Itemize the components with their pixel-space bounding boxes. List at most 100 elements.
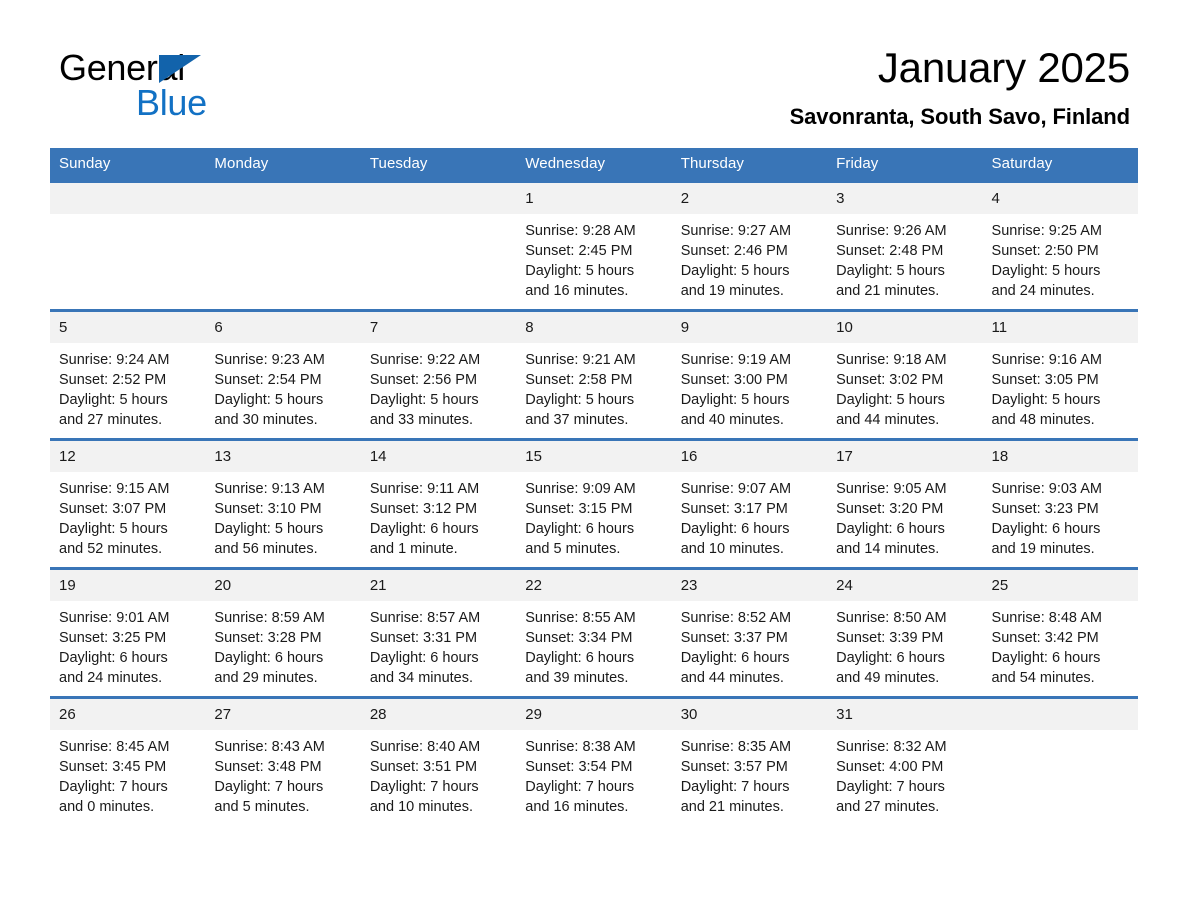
day-sunset: Sunset: 3:42 PM [991, 630, 1099, 646]
day-cell[interactable]: 15 Sunrise: 9:09 AM Sunset: 3:15 PM Dayligh… [516, 441, 672, 567]
weekday-header-thursday: Thursday [671, 148, 828, 182]
day-details: Sunrise: 8:40 AM Sunset: 3:51 PM Daylight:… [361, 730, 516, 817]
day-number: 19 [50, 570, 206, 601]
day-cell[interactable]: 19 Sunrise: 9:01 AM Sunset: 3:25 PM Dayligh… [50, 570, 206, 696]
calendar-page: General Blue January 2025 Savonranta, So… [0, 0, 1188, 918]
day-number: 28 [360, 699, 517, 730]
calendar-week-row: 26 Sunrise: 8:45 AM Sunset: 3:45 PM Dayligh… [50, 696, 1138, 825]
day-cell[interactable]: 26 Sunrise: 8:45 AM Sunset: 3:45 PM Dayligh… [50, 699, 206, 825]
day-cell[interactable]: 2 Sunrise: 9:27 AM Sunset: 2:46 PM Daylight… [671, 183, 828, 309]
day-daylight-line1: Daylight: 7 hours [214, 779, 324, 795]
calendar-week-row: 19 Sunrise: 9:01 AM Sunset: 3:25 PM Dayligh… [50, 567, 1138, 698]
day-sunrise: Sunrise: 9:27 AM [680, 223, 792, 239]
day-details: Sunrise: 8:35 AM Sunset: 3:57 PM Daylight:… [672, 730, 827, 817]
day-daylight-line2: and 19 minutes. [991, 541, 1095, 557]
day-cell[interactable]: 27 Sunrise: 8:43 AM Sunset: 3:48 PM Dayligh… [205, 699, 361, 825]
calendar-body: 1 Sunrise: 9:28 AM Sunset: 2:45 PM Daylight… [50, 180, 1138, 825]
empty-day-cell [50, 183, 206, 309]
day-cell[interactable]: 30 Sunrise: 8:35 AM Sunset: 3:57 PM Dayligh… [671, 699, 828, 825]
calendar-cell: 29 Sunrise: 8:38 AM Sunset: 3:54 PM Dayligh… [516, 696, 672, 825]
day-number: 16 [671, 441, 828, 472]
day-cell[interactable]: 12 Sunrise: 9:15 AM Sunset: 3:07 PM Dayligh… [50, 441, 206, 567]
page-title: January 2025 [877, 44, 1130, 91]
general-blue-logo[interactable]: General Blue [59, 48, 259, 126]
day-details: Sunrise: 9:05 AM Sunset: 3:20 PM Daylight:… [827, 472, 982, 559]
day-cell[interactable]: 24 Sunrise: 8:50 AM Sunset: 3:39 PM Dayligh… [827, 570, 983, 696]
day-details: Sunrise: 9:27 AM Sunset: 2:46 PM Daylight:… [672, 214, 827, 301]
calendar-cell: 26 Sunrise: 8:45 AM Sunset: 3:45 PM Dayligh… [50, 696, 206, 825]
calendar-cell: 3 Sunrise: 9:26 AM Sunset: 2:48 PM Daylight… [827, 180, 983, 311]
day-sunrise: Sunrise: 9:24 AM [59, 352, 170, 368]
day-cell[interactable]: 11 Sunrise: 9:16 AM Sunset: 3:05 PM Dayligh… [982, 312, 1138, 438]
calendar-cell: 30 Sunrise: 8:35 AM Sunset: 3:57 PM Dayligh… [671, 696, 828, 825]
day-cell[interactable]: 4 Sunrise: 9:25 AM Sunset: 2:50 PM Daylight… [982, 183, 1138, 309]
day-cell[interactable]: 16 Sunrise: 9:07 AM Sunset: 3:17 PM Dayligh… [671, 441, 828, 567]
day-sunrise: Sunrise: 9:26 AM [836, 223, 947, 239]
day-cell[interactable]: 6 Sunrise: 9:23 AM Sunset: 2:54 PM Daylight… [205, 312, 361, 438]
day-sunrise: Sunrise: 9:09 AM [525, 481, 636, 497]
day-cell[interactable]: 5 Sunrise: 9:24 AM Sunset: 2:52 PM Daylight… [50, 312, 206, 438]
day-sunrise: Sunrise: 9:01 AM [59, 610, 170, 626]
day-daylight-line2: and 14 minutes. [836, 541, 940, 557]
calendar-cell: 4 Sunrise: 9:25 AM Sunset: 2:50 PM Daylight… [982, 180, 1138, 311]
weekday-header-tuesday: Tuesday [360, 148, 517, 182]
day-details: Sunrise: 9:23 AM Sunset: 2:54 PM Daylight:… [205, 343, 360, 430]
day-cell[interactable]: 28 Sunrise: 8:40 AM Sunset: 3:51 PM Dayligh… [360, 699, 517, 825]
day-cell[interactable]: 8 Sunrise: 9:21 AM Sunset: 2:58 PM Daylight… [516, 312, 672, 438]
calendar-cell: 25 Sunrise: 8:48 AM Sunset: 3:42 PM Dayligh… [982, 567, 1138, 698]
calendar-cell: 5 Sunrise: 9:24 AM Sunset: 2:52 PM Daylight… [50, 309, 206, 440]
day-cell[interactable]: 22 Sunrise: 8:55 AM Sunset: 3:34 PM Dayligh… [516, 570, 672, 696]
day-sunset: Sunset: 2:50 PM [991, 243, 1099, 259]
day-daylight-line1: Daylight: 6 hours [525, 521, 635, 537]
weekday-header-saturday: Saturday [982, 148, 1138, 182]
day-sunset: Sunset: 3:37 PM [680, 630, 788, 646]
day-number: 10 [827, 312, 983, 343]
day-number: 26 [50, 699, 206, 730]
day-daylight-line2: and 16 minutes. [525, 283, 629, 299]
day-daylight-line1: Daylight: 5 hours [991, 392, 1101, 408]
calendar-cell: 28 Sunrise: 8:40 AM Sunset: 3:51 PM Dayligh… [360, 696, 517, 825]
day-cell[interactable]: 23 Sunrise: 8:52 AM Sunset: 3:37 PM Dayligh… [671, 570, 828, 696]
day-daylight-line2: and 16 minutes. [525, 799, 629, 815]
calendar-cell: 18 Sunrise: 9:03 AM Sunset: 3:23 PM Dayligh… [982, 438, 1138, 569]
day-cell[interactable]: 25 Sunrise: 8:48 AM Sunset: 3:42 PM Dayligh… [982, 570, 1138, 696]
calendar-cell: 24 Sunrise: 8:50 AM Sunset: 3:39 PM Dayligh… [827, 567, 983, 698]
day-details: Sunrise: 9:09 AM Sunset: 3:15 PM Daylight:… [516, 472, 671, 559]
day-cell[interactable]: 17 Sunrise: 9:05 AM Sunset: 3:20 PM Dayligh… [827, 441, 983, 567]
day-cell[interactable]: 3 Sunrise: 9:26 AM Sunset: 2:48 PM Daylight… [827, 183, 983, 309]
day-cell[interactable]: 14 Sunrise: 9:11 AM Sunset: 3:12 PM Dayligh… [360, 441, 517, 567]
day-number: 17 [827, 441, 983, 472]
day-cell[interactable]: 13 Sunrise: 9:13 AM Sunset: 3:10 PM Dayligh… [205, 441, 361, 567]
day-daylight-line2: and 21 minutes. [680, 799, 784, 815]
day-number: 6 [205, 312, 361, 343]
logo-text-blue: Blue [136, 82, 207, 123]
day-number: 21 [360, 570, 517, 601]
day-number: 23 [671, 570, 828, 601]
day-daylight-line2: and 21 minutes. [836, 283, 940, 299]
day-details: Sunrise: 8:59 AM Sunset: 3:28 PM Daylight:… [205, 601, 360, 688]
day-number: 7 [360, 312, 517, 343]
day-details: Sunrise: 9:21 AM Sunset: 2:58 PM Daylight:… [516, 343, 671, 430]
day-daylight-line1: Daylight: 5 hours [836, 392, 945, 408]
day-cell[interactable]: 1 Sunrise: 9:28 AM Sunset: 2:45 PM Daylight… [516, 183, 672, 309]
day-sunrise: Sunrise: 9:21 AM [525, 352, 636, 368]
day-cell[interactable]: 10 Sunrise: 9:18 AM Sunset: 3:02 PM Dayligh… [827, 312, 983, 438]
day-daylight-line1: Daylight: 5 hours [369, 392, 479, 408]
day-cell[interactable]: 31 Sunrise: 8:32 AM Sunset: 4:00 PM Dayligh… [827, 699, 983, 825]
day-cell[interactable]: 7 Sunrise: 9:22 AM Sunset: 2:56 PM Daylight… [360, 312, 517, 438]
day-cell[interactable]: 29 Sunrise: 8:38 AM Sunset: 3:54 PM Dayligh… [516, 699, 672, 825]
day-sunset: Sunset: 3:00 PM [680, 372, 788, 388]
day-details: Sunrise: 9:24 AM Sunset: 2:52 PM Daylight:… [50, 343, 205, 430]
day-cell[interactable]: 18 Sunrise: 9:03 AM Sunset: 3:23 PM Dayligh… [982, 441, 1138, 567]
day-number: 13 [205, 441, 361, 472]
calendar-cell [205, 180, 361, 311]
day-cell[interactable]: 20 Sunrise: 8:59 AM Sunset: 3:28 PM Dayligh… [205, 570, 361, 696]
day-daylight-line2: and 54 minutes. [991, 670, 1095, 686]
day-cell[interactable]: 9 Sunrise: 9:19 AM Sunset: 3:00 PM Daylight… [671, 312, 828, 438]
day-cell[interactable]: 21 Sunrise: 8:57 AM Sunset: 3:31 PM Dayligh… [360, 570, 517, 696]
day-sunrise: Sunrise: 8:59 AM [214, 610, 325, 626]
calendar-cell [982, 696, 1138, 825]
day-daylight-line1: Daylight: 5 hours [214, 521, 324, 537]
day-sunset: Sunset: 3:17 PM [680, 501, 788, 517]
day-details: Sunrise: 8:45 AM Sunset: 3:45 PM Daylight:… [50, 730, 205, 817]
